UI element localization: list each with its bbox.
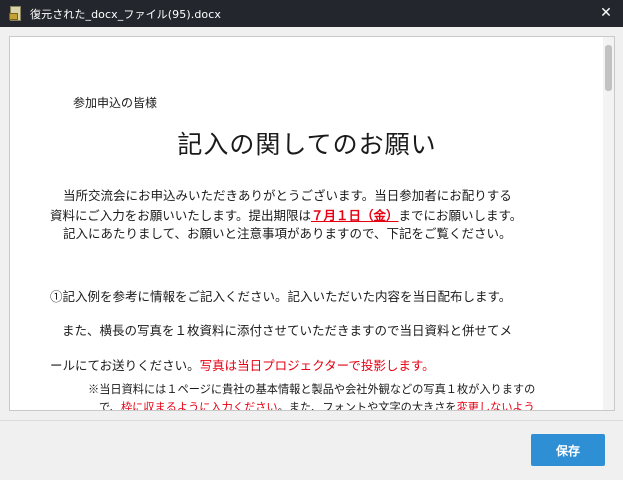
paragraph-text: までにお願いします。 (398, 208, 523, 223)
close-icon[interactable]: ✕ (597, 4, 615, 22)
paragraph-line-5: また、横長の写真を１枚資料に添付させていただきますので当日資料と併せてメ (62, 323, 513, 338)
title-bar: 復元された_docx_ファイル(95).docx ✕ (0, 0, 623, 27)
paragraph-line-3: 記入にあたりまして、お願いと注意事項がありますので、下記をご覧ください。 (63, 226, 512, 241)
document-page: 参加申込の皆様 記入の関してのお願い 当所交流会にお申込みいただきありがとうござ… (10, 37, 604, 410)
note-line-1: ※当日資料には１ページに貴社の基本情報と製品や会社外観などの写真１枚が入りますの (88, 383, 536, 396)
paragraph-line-6: ールにてお送りください。写真は当日プロジェクターで投影します。 (50, 355, 435, 374)
footer-divider (0, 420, 623, 421)
save-button[interactable]: 保存 (531, 434, 605, 466)
vertical-scrollbar[interactable] (603, 37, 614, 410)
paragraph-text: 資料にご入力をお願いいたします。提出期限は (50, 208, 312, 223)
instruction-item-1: ①記入例を参考に情報をご記入ください。記入いただいた内容を当日配布します。 (50, 289, 512, 304)
paragraph-text: 。また、フォントや文字の大きさを (277, 401, 457, 411)
paragraph-text: で、 (99, 401, 121, 411)
greeting-text: 参加申込の皆様 (73, 96, 158, 110)
no-change-notice: 変更しないよう (456, 401, 535, 411)
document-heading: 記入の関してのお願い (177, 130, 437, 159)
document-preview[interactable]: 参加申込の皆様 記入の関してのお願い 当所交流会にお申込みいただきありがとうござ… (9, 36, 615, 411)
note-line-2: で、枠に収まるように入力ください。また、フォントや文字の大きさを変更しないよう (99, 399, 535, 411)
paragraph-line-2: 資料にご入力をお願いいたします。提出期限は７月１日（金）までにお願いします。 (50, 205, 522, 224)
fit-frame-notice: 枠に収まるように入力ください (120, 401, 278, 411)
scrollbar-thumb[interactable] (605, 45, 612, 91)
window-title: 復元された_docx_ファイル(95).docx (30, 7, 222, 21)
paragraph-text: ールにてお送りください。 (50, 358, 200, 373)
paragraph-line-1: 当所交流会にお申込みいただきありがとうございます。当日参加者にお配りする (63, 188, 512, 203)
docx-file-icon (9, 5, 23, 22)
deadline-date: ７月１日（金） (311, 208, 399, 223)
projector-notice: 写真は当日プロジェクターで投影します。 (199, 358, 435, 373)
